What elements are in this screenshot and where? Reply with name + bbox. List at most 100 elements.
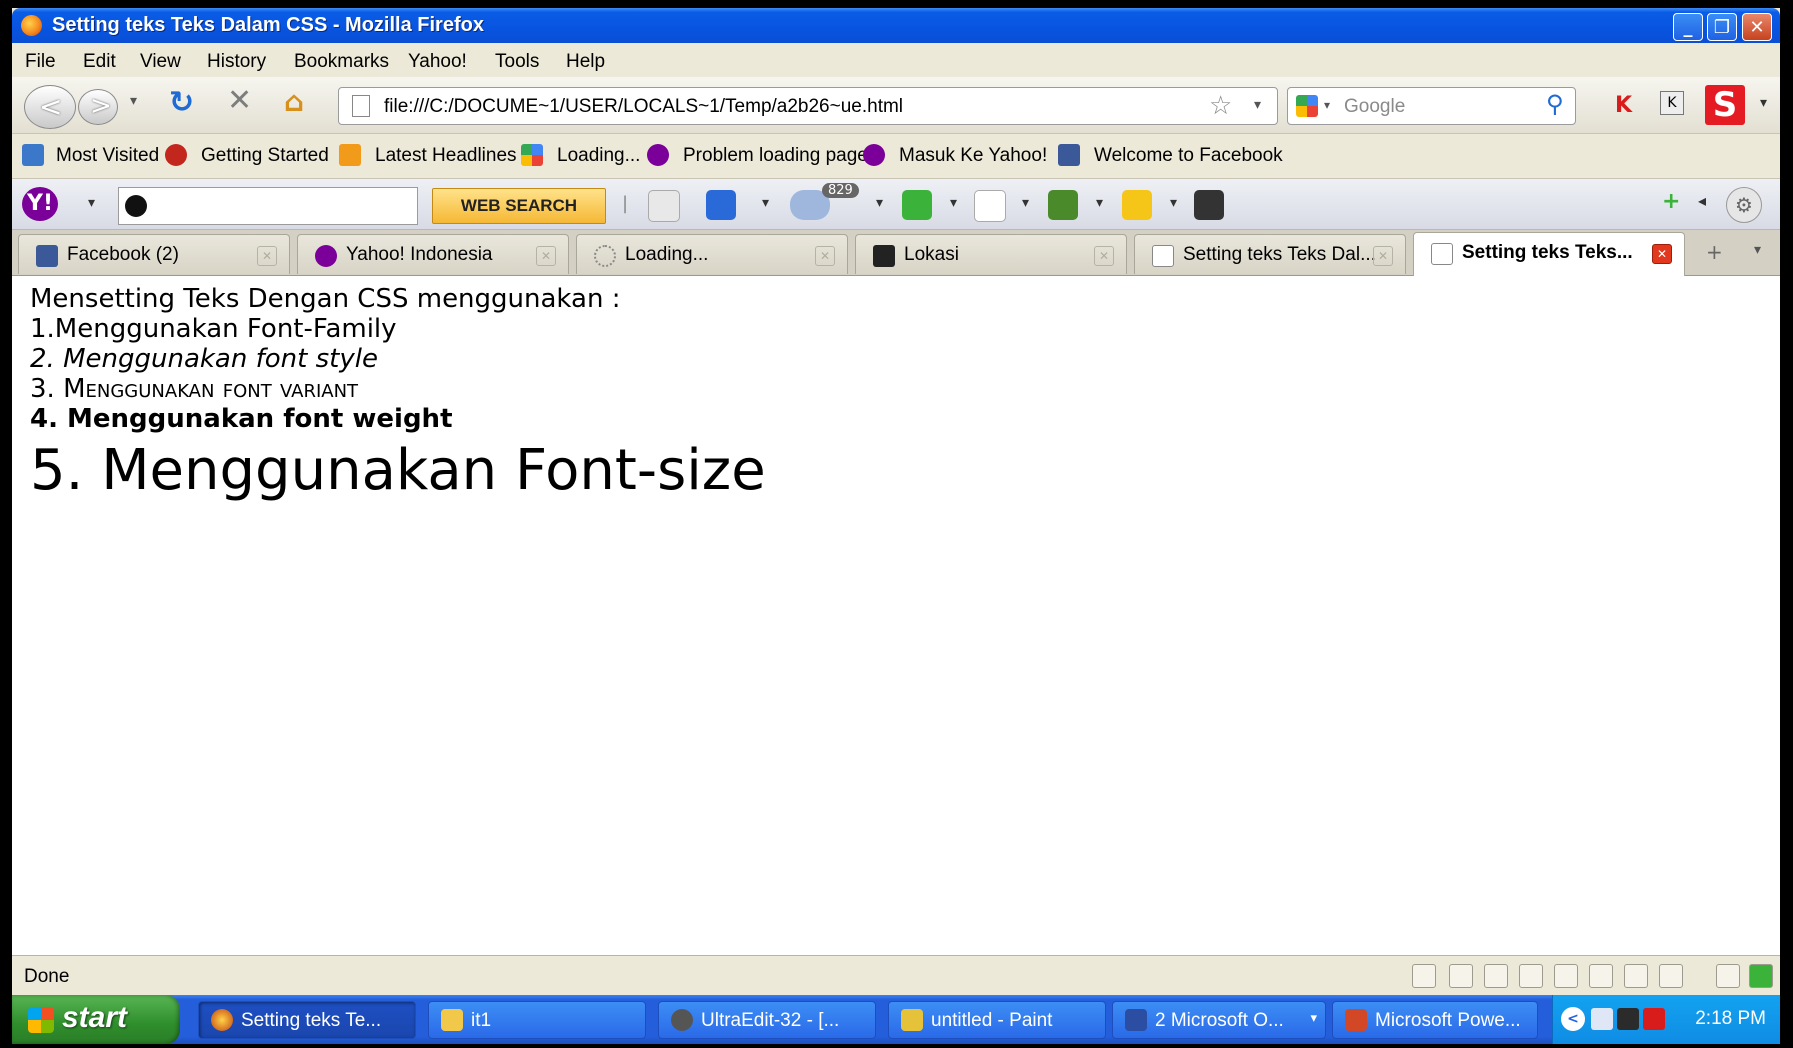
- reload-icon[interactable]: ↻: [169, 85, 194, 120]
- bookmark-problem-loading[interactable]: Problem loading page: [683, 145, 868, 167]
- search-engine-dropdown-icon[interactable]: ▾: [1324, 98, 1330, 112]
- games-icon[interactable]: [1048, 190, 1078, 220]
- item-font-family: 1.Menggunakan Font-Family: [30, 314, 397, 344]
- yahoo-logo-icon[interactable]: Y!: [22, 187, 58, 221]
- status-print-icon[interactable]: [1554, 964, 1578, 988]
- menu-help[interactable]: Help: [566, 51, 605, 73]
- minimize-button[interactable]: _: [1673, 13, 1703, 41]
- forward-button[interactable]: >: [78, 89, 118, 125]
- status-addon-icon[interactable]: [1749, 964, 1773, 988]
- google-icon[interactable]: [1296, 95, 1318, 117]
- radio-icon[interactable]: [902, 190, 932, 220]
- tab-setting-teks-1[interactable]: Setting teks Teks Dal... ✕: [1134, 234, 1406, 274]
- weather-dropdown-icon[interactable]: ▾: [876, 195, 883, 211]
- firefox-window: Setting teks Teks Dalam CSS - Mozilla Fi…: [12, 8, 1780, 1044]
- taskbar-item-ultraedit[interactable]: UltraEdit-32 - [...: [658, 1001, 876, 1039]
- amazon-icon[interactable]: [1194, 190, 1224, 220]
- yahoo-search-input[interactable]: [118, 187, 418, 225]
- url-bar[interactable]: file:///C:/DOCUME~1/USER/LOCALS~1/Temp/a…: [338, 87, 1278, 125]
- status-pen-icon[interactable]: [1449, 964, 1473, 988]
- tab-label: Setting teks Teks...: [1462, 242, 1633, 263]
- status-save-icon[interactable]: [1519, 964, 1543, 988]
- taskbar-item-powerpoint[interactable]: Microsoft Powe...: [1332, 1001, 1538, 1039]
- taskbar-item-microsoft-office-group[interactable]: 2 Microsoft O... ▾: [1112, 1001, 1326, 1039]
- status-chart-icon[interactable]: [1659, 964, 1683, 988]
- tab-loading[interactable]: Loading... ✕: [576, 234, 848, 274]
- url-dropdown-icon[interactable]: ▾: [1254, 97, 1261, 113]
- intro-text: Mensetting Teks Dengan CSS menggunakan :: [30, 284, 621, 314]
- ebay-icon[interactable]: [1122, 190, 1152, 220]
- status-globe-icon[interactable]: [1484, 964, 1508, 988]
- tab-facebook[interactable]: Facebook (2) ✕: [18, 234, 290, 274]
- network-icon[interactable]: [1591, 1008, 1613, 1030]
- web-search-button[interactable]: WEB SEARCH: [432, 188, 606, 224]
- close-button[interactable]: ✕: [1742, 13, 1772, 41]
- page-icon: [1431, 243, 1453, 265]
- taskbar-item-it1[interactable]: it1: [428, 1001, 646, 1039]
- toolbar-scroll-left-icon[interactable]: ◂: [1698, 191, 1706, 210]
- new-tab-icon[interactable]: +: [1706, 240, 1723, 264]
- bookmark-most-visited[interactable]: Most Visited: [56, 145, 159, 167]
- menu-bookmarks[interactable]: Bookmarks: [294, 51, 389, 73]
- search-magnifier-icon[interactable]: ⚲: [1546, 90, 1564, 118]
- settings-gear-icon[interactable]: ⚙: [1726, 187, 1762, 223]
- ebay-dropdown-icon[interactable]: ▾: [1170, 195, 1177, 211]
- status-page-icon[interactable]: [1412, 964, 1436, 988]
- menu-history[interactable]: History: [207, 51, 266, 73]
- tab-close-icon[interactable]: ✕: [257, 246, 277, 266]
- mail-icon[interactable]: [706, 190, 736, 220]
- taskbar-item-firefox[interactable]: Setting teks Te...: [198, 1001, 416, 1039]
- restore-button[interactable]: ❐: [1707, 13, 1737, 41]
- list-tabs-icon[interactable]: ▾: [1754, 242, 1761, 258]
- menu-yahoo[interactable]: Yahoo!: [408, 51, 467, 73]
- tab-close-icon[interactable]: ✕: [1094, 246, 1114, 266]
- menu-tools[interactable]: Tools: [495, 51, 539, 73]
- search-box[interactable]: ▾ Google ⚲: [1287, 87, 1576, 125]
- tab-close-icon[interactable]: ✕: [815, 246, 835, 266]
- show-hidden-icons-icon[interactable]: <: [1561, 1007, 1585, 1031]
- s-addon-icon[interactable]: S: [1705, 85, 1745, 125]
- stop-icon[interactable]: ✕: [227, 83, 252, 118]
- add-button-icon[interactable]: +: [1662, 189, 1680, 214]
- tab-close-icon[interactable]: ✕: [1652, 244, 1672, 264]
- home-icon[interactable]: ⌂: [284, 85, 304, 118]
- status-window-icon[interactable]: [1624, 964, 1648, 988]
- games-dropdown-icon[interactable]: ▾: [1096, 195, 1103, 211]
- page-icon: [1152, 245, 1174, 267]
- kaspersky-icon[interactable]: K: [1615, 93, 1632, 118]
- tab-bar: Facebook (2) ✕ Yahoo! Indonesia ✕ Loadin…: [12, 230, 1780, 276]
- taskbar-item-paint[interactable]: untitled - Paint: [888, 1001, 1106, 1039]
- start-button[interactable]: start: [12, 995, 180, 1044]
- title-bar[interactable]: Setting teks Teks Dalam CSS - Mozilla Fi…: [12, 8, 1780, 43]
- tab-yahoo-indonesia[interactable]: Yahoo! Indonesia ✕: [297, 234, 569, 274]
- k-addon-icon[interactable]: K: [1660, 91, 1684, 115]
- navigation-toolbar: < > ▾ ↻ ✕ ⌂ file:///C:/DOCUME~1/USER/LOC…: [12, 77, 1780, 134]
- bookmark-masuk-yahoo[interactable]: Masuk Ke Yahoo!: [899, 145, 1047, 167]
- tab-lokasi[interactable]: Lokasi ✕: [855, 234, 1127, 274]
- yahoo-menu-dropdown-icon[interactable]: ▾: [88, 195, 95, 211]
- status-refresh-icon[interactable]: [1589, 964, 1613, 988]
- bookmark-loading[interactable]: Loading...: [557, 145, 640, 167]
- tab-close-icon[interactable]: ✕: [1373, 246, 1393, 266]
- radio-dropdown-icon[interactable]: ▾: [950, 195, 957, 211]
- mail-dropdown-icon[interactable]: ▾: [762, 195, 769, 211]
- url-text[interactable]: file:///C:/DOCUME~1/USER/LOCALS~1/Temp/a…: [384, 96, 903, 118]
- menu-view[interactable]: View: [140, 51, 181, 73]
- bookmark-latest-headlines[interactable]: Latest Headlines: [375, 145, 517, 167]
- tab-setting-teks-active[interactable]: Setting teks Teks... ✕: [1413, 232, 1685, 276]
- signal-icon[interactable]: [1617, 1008, 1639, 1030]
- back-button[interactable]: <: [24, 85, 76, 129]
- kaspersky-tray-icon[interactable]: [1643, 1008, 1665, 1030]
- bookmark-welcome-facebook[interactable]: Welcome to Facebook: [1094, 145, 1283, 167]
- notepad-icon[interactable]: [648, 190, 680, 222]
- menu-edit[interactable]: Edit: [83, 51, 116, 73]
- toolbar-overflow-icon[interactable]: ▾: [1760, 95, 1767, 111]
- status-tools-icon[interactable]: [1716, 964, 1740, 988]
- tab-close-icon[interactable]: ✕: [536, 246, 556, 266]
- flickr-icon[interactable]: [974, 190, 1006, 222]
- flickr-dropdown-icon[interactable]: ▾: [1022, 195, 1029, 211]
- bookmark-star-icon[interactable]: ☆: [1209, 91, 1232, 121]
- bookmark-getting-started[interactable]: Getting Started: [201, 145, 329, 167]
- history-dropdown-icon[interactable]: ▾: [130, 93, 137, 109]
- menu-file[interactable]: File: [25, 51, 56, 73]
